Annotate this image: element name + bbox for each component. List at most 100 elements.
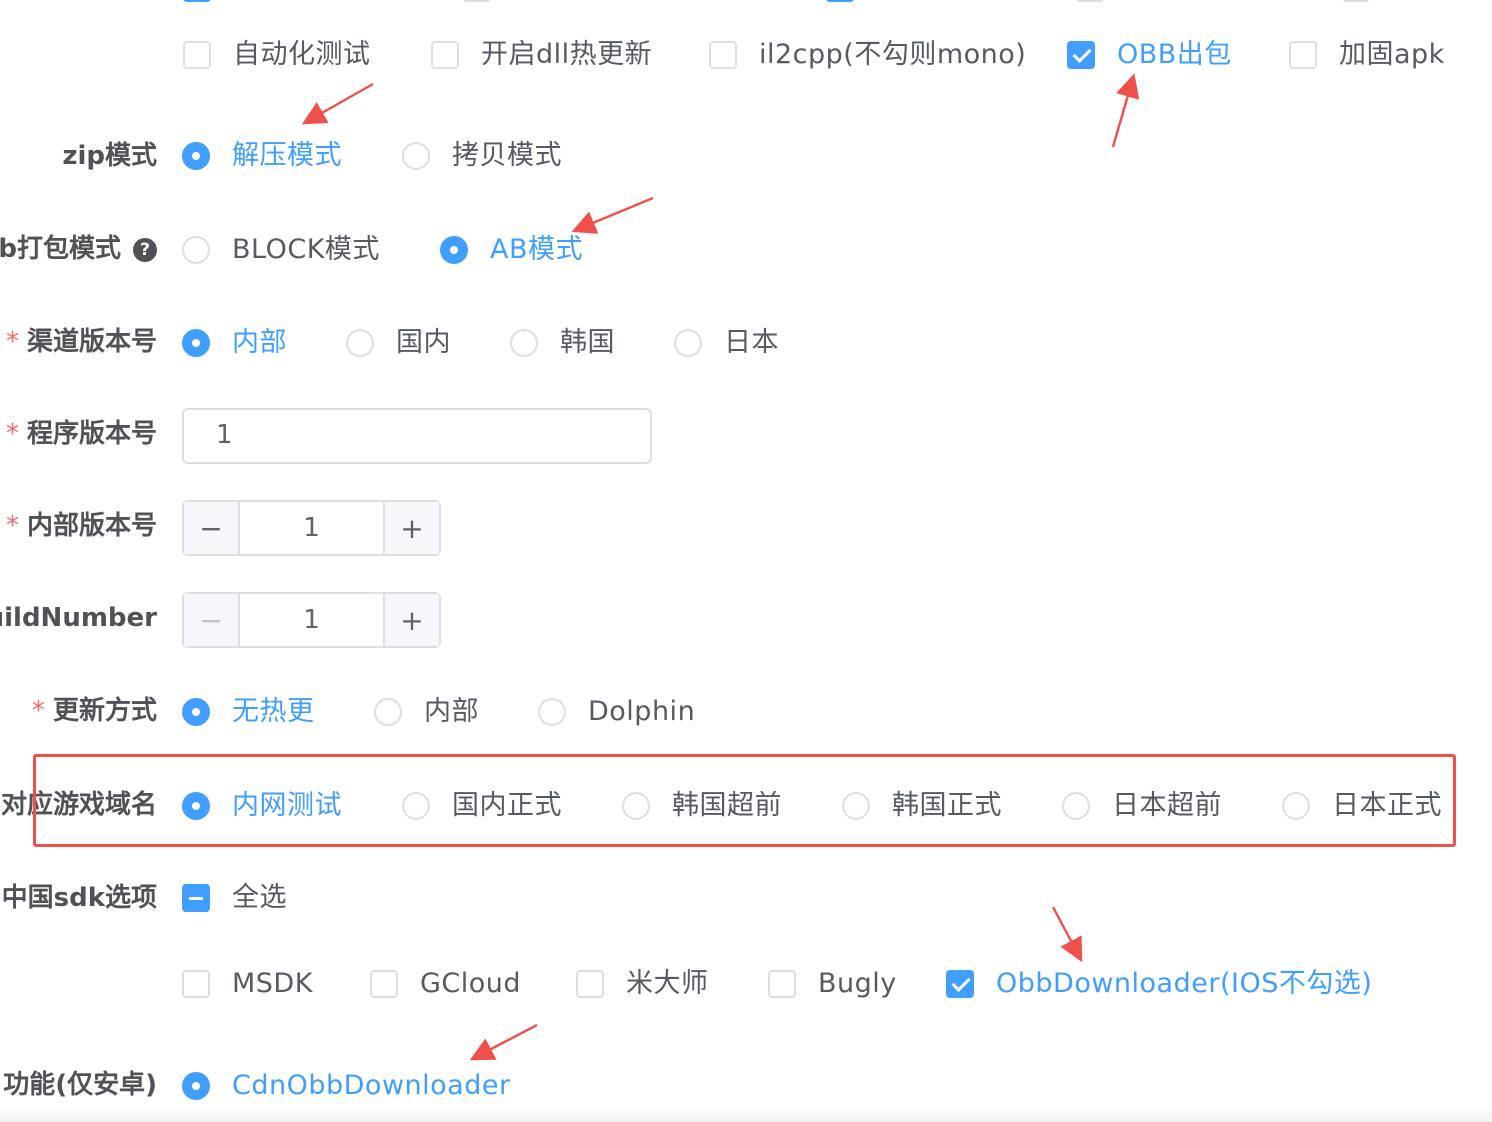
checkbox-box[interactable] bbox=[370, 970, 398, 998]
build-number-label: buildNumber bbox=[0, 600, 157, 636]
checkbox-bugly[interactable]: Bugly bbox=[768, 966, 897, 1002]
radio-dot-selected[interactable] bbox=[182, 329, 210, 357]
radio-dot[interactable] bbox=[674, 329, 702, 357]
radio-zip-copy[interactable]: 拷贝模式 bbox=[402, 138, 562, 174]
radio-label: 国内 bbox=[396, 327, 451, 358]
radio-dot[interactable] bbox=[182, 236, 210, 264]
radio-label: 内部 bbox=[232, 327, 287, 358]
checkbox-msdk[interactable]: MSDK bbox=[182, 966, 313, 1002]
radio-zip-extract[interactable]: 解压模式 bbox=[182, 138, 342, 174]
radio-channel-korea[interactable]: 韩国 bbox=[510, 325, 615, 361]
checkbox-label: OBB出包 bbox=[1117, 39, 1232, 70]
program-version-label-text: 程序版本号 bbox=[26, 419, 157, 449]
question-circle-icon[interactable]: ? bbox=[133, 238, 157, 262]
checkbox-box[interactable] bbox=[576, 970, 604, 998]
checkbox-box[interactable] bbox=[709, 41, 737, 69]
checkbox-box[interactable] bbox=[1289, 41, 1317, 69]
pack-mode-label: b打包模式? bbox=[0, 231, 157, 267]
checkbox-obb-downloader[interactable]: ObbDownloader(IOS不勾选) bbox=[946, 966, 1372, 1002]
checkbox-obb-package[interactable]: OBB出包 bbox=[1067, 37, 1232, 73]
required-mark: * bbox=[31, 696, 45, 726]
radio-dot[interactable] bbox=[346, 329, 374, 357]
checkbox-label: Bugly bbox=[818, 968, 897, 999]
radio-block-mode[interactable]: BLOCK模式 bbox=[182, 232, 380, 268]
checkbox-box-indeterminate[interactable] bbox=[182, 884, 210, 912]
required-mark: * bbox=[5, 511, 19, 541]
increment-button[interactable]: + bbox=[383, 594, 439, 646]
checkbox-label: ObbDownloader(IOS不勾选) bbox=[996, 968, 1373, 999]
radio-channel-japan[interactable]: 日本 bbox=[674, 325, 779, 361]
radio-dot[interactable] bbox=[510, 329, 538, 357]
radio-label: 拷贝模式 bbox=[452, 140, 562, 171]
radio-dot[interactable] bbox=[538, 698, 566, 726]
checkbox-dll-hotfix[interactable]: 开启dll热更新 bbox=[431, 37, 652, 73]
cut-checkbox-1[interactable] bbox=[183, 0, 211, 2]
china-sdk-label: 中国sdk选项 bbox=[2, 880, 157, 916]
checkbox-il2cpp[interactable]: il2cpp(不勾则mono) bbox=[709, 37, 1026, 73]
radio-channel-internal[interactable]: 内部 bbox=[182, 325, 287, 361]
checkbox-box-checked[interactable] bbox=[1067, 41, 1095, 69]
stepper-value[interactable]: 1 bbox=[240, 502, 383, 554]
radio-cdn-obb-downloader[interactable]: CdnObbDownloader bbox=[182, 1068, 511, 1104]
checkbox-label: 开启dll热更新 bbox=[481, 39, 653, 70]
radio-label: 韩国 bbox=[560, 327, 615, 358]
update-mode-label-text: 更新方式 bbox=[52, 696, 157, 726]
zip-mode-label-text: zip模式 bbox=[62, 141, 157, 171]
radio-update-internal[interactable]: 内部 bbox=[374, 694, 479, 730]
radio-channel-domestic[interactable]: 国内 bbox=[346, 325, 451, 361]
radio-label: AB模式 bbox=[490, 234, 583, 265]
checkbox-label: GCloud bbox=[420, 968, 522, 999]
decrement-button[interactable]: − bbox=[184, 594, 240, 646]
radio-dot-selected[interactable] bbox=[182, 142, 210, 170]
radio-update-dolphin[interactable]: Dolphin bbox=[538, 694, 695, 730]
arrow-to-extract-mode bbox=[301, 82, 374, 125]
china-sdk-label-text: 中国sdk选项 bbox=[1, 883, 157, 913]
required-mark: * bbox=[5, 327, 19, 357]
increment-button[interactable]: + bbox=[383, 502, 439, 554]
checkbox-select-all[interactable]: 全选 bbox=[182, 880, 287, 916]
radio-dot[interactable] bbox=[402, 142, 430, 170]
extra-feature-label-text: 功能(仅安卓) bbox=[3, 1070, 157, 1100]
checkbox-harden-apk[interactable]: 加固apk bbox=[1289, 37, 1445, 73]
arrow-to-obb-package bbox=[1111, 73, 1140, 148]
zip-mode-label: zip模式 bbox=[62, 138, 157, 174]
checkbox-box[interactable] bbox=[431, 41, 459, 69]
radio-dot-selected[interactable] bbox=[182, 698, 210, 726]
checkbox-box[interactable] bbox=[182, 970, 210, 998]
internal-version-stepper: − 1 + bbox=[182, 500, 441, 556]
cut-checkbox-5[interactable] bbox=[1342, 0, 1370, 2]
build-number-label-text: buildNumber bbox=[0, 603, 157, 633]
checkbox-label: il2cpp(不勾则mono) bbox=[759, 39, 1027, 70]
checkbox-box[interactable] bbox=[768, 970, 796, 998]
checkbox-box[interactable] bbox=[183, 41, 211, 69]
radio-label: 解压模式 bbox=[232, 140, 342, 171]
internal-version-label: * 内部版本号 bbox=[6, 508, 157, 544]
internal-version-label-text: 内部版本号 bbox=[26, 511, 157, 541]
radio-update-none[interactable]: 无热更 bbox=[182, 694, 315, 730]
radio-dot-selected[interactable] bbox=[440, 236, 468, 264]
program-version-input[interactable]: 1 bbox=[182, 408, 652, 464]
checkbox-label: 全选 bbox=[232, 882, 287, 913]
stepper-value[interactable]: 1 bbox=[240, 594, 383, 646]
cut-checkbox-4[interactable] bbox=[1076, 0, 1104, 2]
checkbox-auto-test[interactable]: 自动化测试 bbox=[183, 37, 371, 73]
arrow-to-obb-downloader bbox=[1051, 906, 1083, 963]
decrement-button[interactable]: − bbox=[184, 502, 240, 554]
radio-label: BLOCK模式 bbox=[232, 234, 380, 265]
radio-dot-selected[interactable] bbox=[182, 1072, 210, 1100]
checkbox-midas[interactable]: 米大师 bbox=[576, 966, 709, 1002]
checkbox-box-checked[interactable] bbox=[946, 970, 974, 998]
radio-label: 内部 bbox=[424, 696, 479, 727]
checkbox-gcloud[interactable]: GCloud bbox=[370, 966, 521, 1002]
extra-feature-label: 功能(仅安卓) bbox=[3, 1067, 157, 1103]
radio-ab-mode[interactable]: AB模式 bbox=[440, 232, 583, 268]
arrow-to-cdn-obb-downloader bbox=[469, 1023, 538, 1061]
cut-checkbox-2[interactable] bbox=[463, 0, 491, 2]
channel-version-label-text: 渠道版本号 bbox=[26, 327, 157, 357]
radio-dot[interactable] bbox=[374, 698, 402, 726]
radio-label: Dolphin bbox=[588, 696, 696, 727]
arrow-to-ab-mode bbox=[571, 196, 654, 234]
radio-label: CdnObbDownloader bbox=[232, 1070, 511, 1101]
checkbox-label: 米大师 bbox=[626, 968, 709, 999]
cut-checkbox-3[interactable] bbox=[826, 0, 854, 2]
